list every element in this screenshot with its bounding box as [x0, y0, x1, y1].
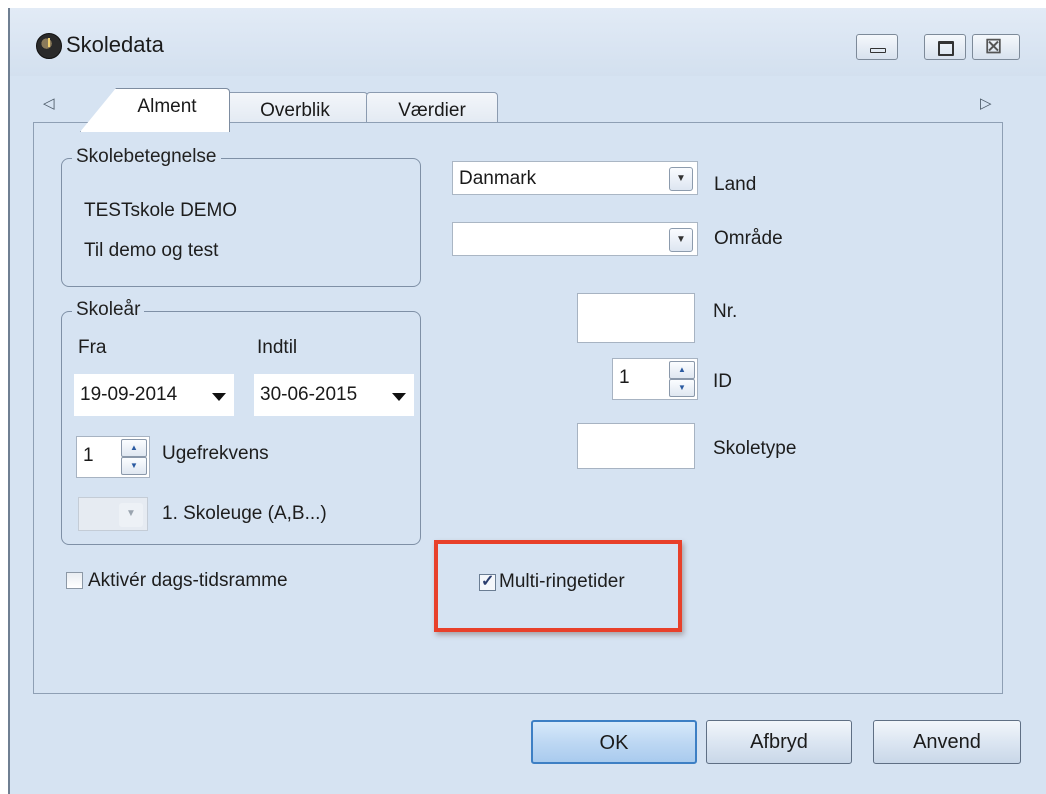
area-label: Område [714, 228, 783, 249]
id-down-icon[interactable]: ▼ [669, 379, 695, 397]
minimize-button[interactable] [856, 34, 898, 60]
to-label: Indtil [257, 337, 298, 358]
maximize-icon [938, 41, 954, 56]
first-school-week-select: ▼ [78, 497, 148, 531]
activate-day-timeframe-checkbox[interactable] [66, 572, 83, 589]
id-stepper[interactable]: 1 ▲ ▼ [612, 358, 698, 400]
from-date-dropdown-icon[interactable] [212, 393, 226, 401]
skoleaar-legend: Skoleår [72, 299, 145, 321]
skolebetegnelse-legend: Skolebetegnelse [72, 146, 221, 168]
nr-label: Nr. [713, 301, 738, 322]
maximize-button[interactable] [924, 34, 966, 60]
minimize-icon [870, 48, 886, 53]
school-description: Til demo og test [84, 240, 219, 261]
first-school-week-label: 1. Skoleuge (A,B...) [162, 503, 327, 524]
week-frequency-down-icon[interactable]: ▼ [121, 457, 147, 475]
cancel-button[interactable]: Afbryd [706, 720, 852, 764]
country-value: Danmark [459, 168, 537, 189]
nr-field[interactable] [577, 293, 695, 343]
school-type-label: Skoletype [713, 438, 797, 459]
close-icon: ☒ [985, 37, 1003, 58]
week-frequency-stepper[interactable]: 1 ▲ ▼ [76, 436, 150, 478]
tab-scroll-right-icon[interactable]: ▷ [980, 94, 992, 112]
to-date-value: 30-06-2015 [260, 384, 358, 405]
to-date-picker[interactable]: 30-06-2015 [254, 374, 414, 416]
ok-button[interactable]: OK [531, 720, 697, 764]
tab-alment-label: Alment [137, 96, 197, 117]
tab-alment[interactable]: Alment [80, 88, 230, 132]
id-value: 1 [619, 367, 630, 388]
activate-day-timeframe-label[interactable]: Aktivér dags-tidsramme [88, 570, 288, 592]
apply-button[interactable]: Anvend [873, 720, 1021, 764]
multi-ring-times-label[interactable]: Multi-ringetider [499, 571, 625, 593]
id-label: ID [713, 371, 732, 392]
area-dropdown-icon[interactable]: ▼ [669, 228, 693, 252]
first-school-week-dropdown-icon: ▼ [119, 503, 143, 527]
week-frequency-label: Ugefrekvens [162, 443, 269, 464]
week-frequency-up-icon[interactable]: ▲ [121, 439, 147, 457]
close-button[interactable]: ☒ [972, 34, 1020, 60]
title-bar[interactable]: Skoledata ☒ [10, 8, 1046, 76]
to-date-dropdown-icon[interactable] [392, 393, 406, 401]
country-dropdown-icon[interactable]: ▼ [669, 167, 693, 191]
from-date-value: 19-09-2014 [80, 384, 178, 405]
country-label: Land [714, 174, 757, 195]
week-frequency-value: 1 [83, 445, 94, 466]
from-date-picker[interactable]: 19-09-2014 [74, 374, 234, 416]
tab-scroll-left-icon[interactable]: ◁ [43, 94, 55, 112]
id-up-icon[interactable]: ▲ [669, 361, 695, 379]
window-title: Skoledata [66, 32, 164, 57]
school-type-field[interactable] [577, 423, 695, 469]
country-select[interactable]: Danmark ▼ [452, 161, 698, 195]
tab-overblik-label: Overblik [260, 100, 330, 121]
school-name: TESTskole DEMO [84, 200, 238, 221]
from-label: Fra [78, 337, 107, 358]
tab-vaerdier-label: Værdier [398, 100, 466, 121]
skolebetegnelse-group: Skolebetegnelse [61, 146, 421, 287]
multi-ring-times-checkbox[interactable]: ✓ [479, 573, 496, 591]
app-icon [36, 33, 62, 59]
area-select[interactable]: ▼ [452, 222, 698, 256]
checkmark-icon: ✓ [481, 573, 495, 590]
